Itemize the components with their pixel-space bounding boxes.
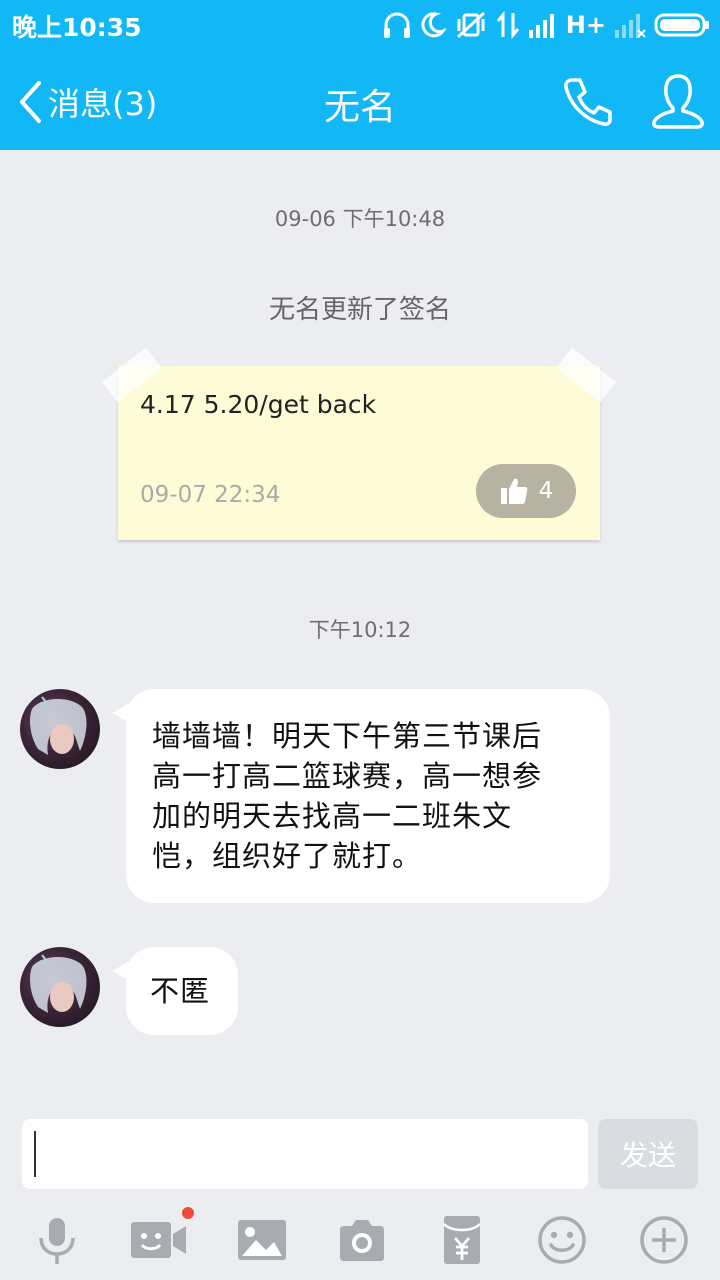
message-line: 高一打高二篮球赛，高一想参 xyxy=(152,759,543,793)
microphone-icon[interactable] xyxy=(31,1214,83,1266)
text-cursor xyxy=(34,1131,36,1177)
notification-dot xyxy=(182,1207,194,1219)
avatar[interactable] xyxy=(20,947,100,1027)
signal-icon xyxy=(528,14,554,38)
message-line: 加的明天去找高一二班朱文 xyxy=(152,799,513,833)
phone-icon[interactable] xyxy=(560,74,616,130)
image-icon[interactable] xyxy=(236,1214,288,1266)
signature-text: 4.17 5.20/get back xyxy=(140,390,377,419)
message-line: 恺，组织好了就打。 xyxy=(152,839,423,873)
timestamp: 下午10:12 xyxy=(308,618,412,642)
send-button[interactable]: 发送 xyxy=(598,1119,698,1189)
like-button[interactable]: 4 xyxy=(476,464,576,518)
signature-card[interactable]: 4.17 5.20/get back 09-07 22:34 4 xyxy=(101,347,617,540)
battery-icon xyxy=(654,13,709,37)
bubble-tail xyxy=(112,961,130,981)
video-call-icon[interactable] xyxy=(130,1214,188,1266)
status-time: 晚上10:35 xyxy=(12,13,142,42)
status-bar: 晚上10:35 H+ xyxy=(0,0,720,50)
vibrate-off-icon xyxy=(456,11,485,39)
like-count: 4 xyxy=(538,478,554,504)
message-bubble[interactable]: 墙墙墙！明天下午第三节课后 高一打高二篮球赛，高一想参 加的明天去找高一二班朱文… xyxy=(112,689,610,903)
emoji-icon[interactable] xyxy=(536,1214,588,1266)
plus-icon[interactable] xyxy=(638,1214,690,1266)
status-icons: H+ xyxy=(382,10,710,40)
bubble-tail xyxy=(112,703,130,723)
avatar-image xyxy=(30,696,87,755)
system-message: 无名更新了签名 xyxy=(268,295,451,325)
network-type: H+ xyxy=(565,11,606,39)
avatar-image xyxy=(30,954,87,1013)
message-text: 墙墙墙！明天下午第三节课后 高一打高二篮球赛，高一想参 加的明天去找高一二班朱文… xyxy=(152,716,542,876)
data-arrows-icon xyxy=(496,11,519,39)
message-line: 墙墙墙！明天下午第三节课后 xyxy=(152,719,543,753)
camera-icon[interactable] xyxy=(336,1214,388,1266)
profile-icon[interactable] xyxy=(650,72,706,130)
signal-weak-icon xyxy=(615,14,646,38)
moon-icon xyxy=(421,12,446,38)
chat-header: 消息(3) 无名 xyxy=(0,50,720,150)
red-packet-icon[interactable] xyxy=(436,1214,488,1266)
signature-date: 09-07 22:34 xyxy=(140,482,281,508)
tape-decoration xyxy=(555,347,617,403)
message-bubble[interactable]: 不匿 xyxy=(112,947,238,1035)
message-input[interactable] xyxy=(22,1119,588,1189)
thumbs-up-icon xyxy=(500,478,528,504)
timestamp: 09-06 下午10:48 xyxy=(274,207,446,231)
avatar[interactable] xyxy=(20,689,100,769)
message-line: 不匿 xyxy=(150,974,211,1008)
headphones-icon xyxy=(383,12,410,38)
